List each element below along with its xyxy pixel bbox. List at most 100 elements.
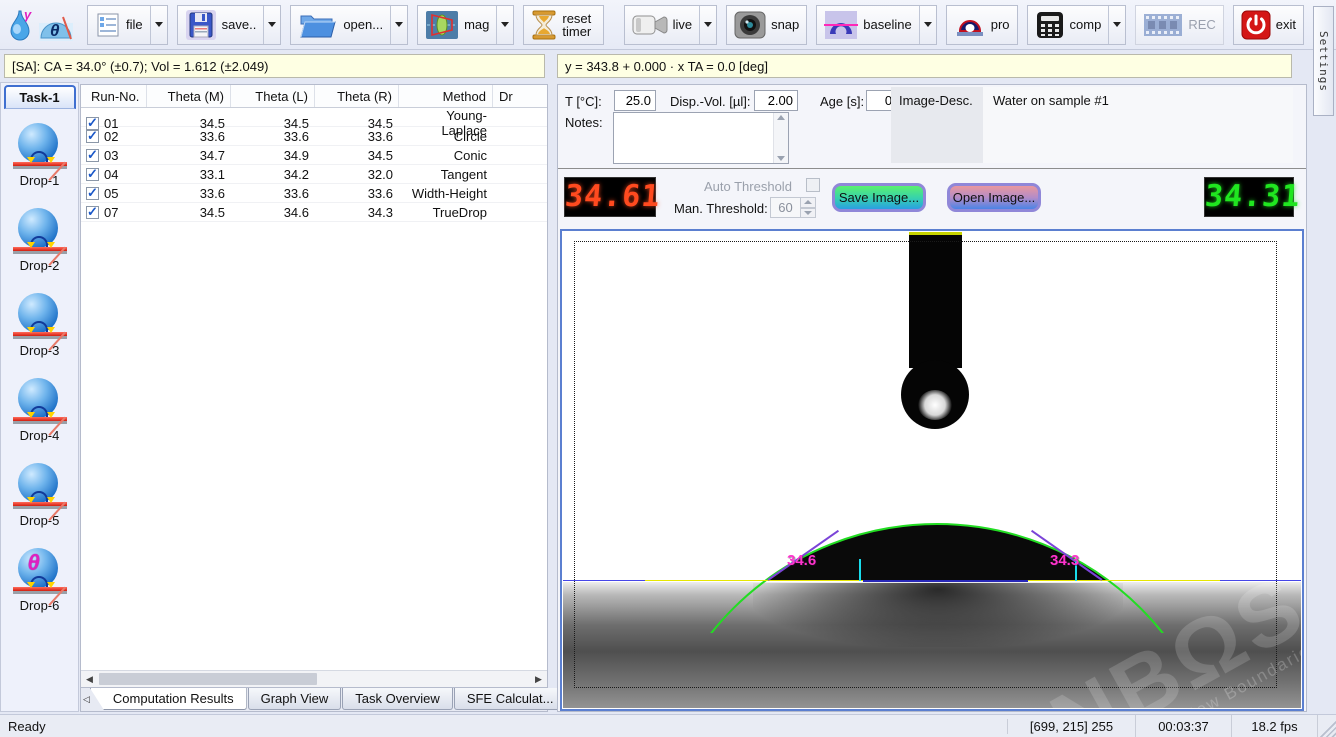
reset-timer-button[interactable]: reset timer bbox=[524, 6, 603, 44]
open-image-button[interactable]: Open Image... bbox=[947, 183, 1041, 212]
open-dropdown-arrow[interactable] bbox=[390, 6, 407, 44]
tab-task-1-label: Task-1 bbox=[19, 90, 59, 105]
method-value: Conic bbox=[399, 148, 493, 163]
drop-image-view[interactable]: 34.6 34.3 NBΩS Connecting New Boundaries bbox=[560, 229, 1304, 711]
drop-image-canvas: 34.6 34.3 NBΩS Connecting New Boundaries bbox=[563, 232, 1301, 708]
col-run-no[interactable]: Run-No. bbox=[81, 85, 147, 107]
manual-threshold-value[interactable]: 60 bbox=[770, 197, 801, 218]
settings-side-tab-label: Settings bbox=[1317, 31, 1330, 92]
resize-grip[interactable] bbox=[1318, 715, 1336, 737]
file-button[interactable]: file bbox=[88, 6, 150, 44]
scrollbar-thumb[interactable] bbox=[99, 673, 317, 685]
baseline-dropdown-arrow[interactable] bbox=[919, 6, 936, 44]
pro-button[interactable]: pro bbox=[947, 6, 1017, 44]
spinner-down-icon[interactable] bbox=[801, 208, 816, 219]
mag-button-group: mag bbox=[417, 5, 514, 45]
rec-button-group: REC bbox=[1135, 5, 1223, 45]
table-row[interactable]: 02 33.6 33.6 33.6 Circle bbox=[81, 127, 547, 146]
scroll-up-icon[interactable] bbox=[777, 115, 785, 120]
row-checkbox[interactable] bbox=[86, 168, 99, 181]
tab-sfe-calculation[interactable]: SFE Calculat... bbox=[454, 688, 567, 710]
tab-task-1[interactable]: Task-1 bbox=[4, 85, 76, 109]
mag-button[interactable]: mag bbox=[418, 6, 496, 44]
sidebar-item-drop-4[interactable]: Drop-4 bbox=[4, 364, 76, 449]
sidebar-item-drop-3[interactable]: Drop-3 bbox=[4, 279, 76, 364]
save-button[interactable]: save.. bbox=[178, 6, 264, 44]
left-angle-display: 34.61 bbox=[564, 177, 656, 217]
tab-computation-results[interactable]: Computation Results bbox=[90, 688, 247, 710]
hourglass-icon bbox=[531, 10, 557, 40]
file-dropdown-arrow[interactable] bbox=[150, 6, 167, 44]
theta-m-value: 33.1 bbox=[147, 167, 231, 182]
table-row[interactable]: 01 34.5 34.5 34.5 Young-Laplace bbox=[81, 108, 547, 127]
notes-scrollbar[interactable] bbox=[773, 113, 788, 163]
row-checkbox[interactable] bbox=[86, 187, 99, 200]
table-row[interactable]: 05 33.6 33.6 33.6 Width-Height bbox=[81, 184, 547, 203]
image-desc-value[interactable]: Water on sample #1 bbox=[983, 87, 1293, 163]
rec-button[interactable]: REC bbox=[1136, 6, 1222, 44]
baseline-button[interactable]: baseline bbox=[817, 6, 918, 44]
comp-button[interactable]: comp bbox=[1028, 6, 1109, 44]
live-button[interactable]: live bbox=[625, 6, 700, 44]
sidebar-item-drop-5[interactable]: Drop-5 bbox=[4, 449, 76, 534]
tab-scroll-left-icon[interactable]: ◁ bbox=[83, 688, 90, 710]
right-angle-display: 34.31 bbox=[1204, 177, 1294, 217]
col-theta-l[interactable]: Theta (L) bbox=[231, 85, 315, 107]
file-icon bbox=[95, 12, 121, 38]
scroll-left-icon[interactable]: ◀ bbox=[81, 671, 98, 687]
sidebar-item-drop-6[interactable]: θ Drop-6 bbox=[4, 534, 76, 619]
tab-graph-view[interactable]: Graph View bbox=[248, 688, 342, 710]
method-value: Circle bbox=[399, 129, 493, 144]
reset-timer-button-group: reset timer bbox=[523, 5, 604, 45]
manual-threshold-spinner: 60 bbox=[770, 197, 816, 218]
spinner-up-icon[interactable] bbox=[801, 197, 816, 208]
table-row[interactable]: 07 34.5 34.6 34.3 TrueDrop bbox=[81, 203, 547, 222]
live-dropdown-arrow[interactable] bbox=[699, 6, 716, 44]
tab-task-overview[interactable]: Task Overview bbox=[342, 688, 453, 710]
dispense-volume-label: Disp.-Vol. [µl]: bbox=[670, 94, 750, 109]
svg-text:γ: γ bbox=[24, 7, 32, 22]
table-row[interactable]: 03 34.7 34.9 34.5 Conic bbox=[81, 146, 547, 165]
save-image-button[interactable]: Save Image... bbox=[832, 183, 926, 212]
open-button-group: open... bbox=[290, 5, 408, 45]
mag-dropdown-arrow[interactable] bbox=[496, 6, 513, 44]
exit-button[interactable]: exit bbox=[1234, 6, 1303, 44]
theta-r-value: 34.3 bbox=[315, 205, 399, 220]
row-checkbox[interactable] bbox=[86, 130, 99, 143]
dispense-volume-field[interactable] bbox=[754, 90, 798, 111]
save-dropdown-arrow[interactable] bbox=[263, 6, 280, 44]
status-bar: Ready [699, 215] 255 00:03:37 18.2 fps bbox=[0, 714, 1336, 737]
notes-label: Notes: bbox=[565, 115, 603, 130]
snap-button[interactable]: snap bbox=[727, 6, 806, 44]
col-theta-m[interactable]: Theta (M) bbox=[147, 85, 231, 107]
temperature-field[interactable] bbox=[614, 90, 656, 111]
row-checkbox[interactable] bbox=[86, 149, 99, 162]
image-desc-label: Image-Desc. bbox=[891, 87, 983, 163]
settings-side-tab[interactable]: Settings bbox=[1313, 6, 1334, 116]
theta-r-value: 33.6 bbox=[315, 186, 399, 201]
task-sidebar: Task-1 Drop-1 Drop-2 Drop-3 Drop-4 Drop-… bbox=[0, 82, 79, 712]
scroll-right-icon[interactable]: ▶ bbox=[530, 671, 547, 687]
table-horizontal-scrollbar[interactable]: ◀ ▶ bbox=[81, 670, 547, 687]
col-theta-r[interactable]: Theta (R) bbox=[315, 85, 399, 107]
reset-timer-button-label: reset timer bbox=[562, 12, 596, 38]
calculator-icon bbox=[1035, 10, 1065, 40]
method-value: TrueDrop bbox=[399, 205, 493, 220]
auto-threshold-checkbox[interactable] bbox=[806, 178, 820, 192]
notes-field[interactable] bbox=[613, 112, 789, 164]
svg-text:θ: θ bbox=[50, 21, 60, 40]
table-header-row: Run-No. Theta (M) Theta (L) Theta (R) Me… bbox=[81, 85, 547, 108]
sidebar-item-drop-1[interactable]: Drop-1 bbox=[4, 109, 76, 194]
open-button[interactable]: open... bbox=[291, 6, 390, 44]
roi-rectangle[interactable] bbox=[574, 241, 1277, 688]
col-dr[interactable]: Dr bbox=[493, 85, 547, 107]
comp-dropdown-arrow[interactable] bbox=[1108, 6, 1125, 44]
caret-down-icon bbox=[924, 22, 932, 27]
sidebar-item-drop-2[interactable]: Drop-2 bbox=[4, 194, 76, 279]
table-row[interactable]: 04 33.1 34.2 32.0 Tangent bbox=[81, 165, 547, 184]
row-checkbox[interactable] bbox=[86, 206, 99, 219]
run-no: 07 bbox=[104, 205, 118, 220]
scroll-down-icon[interactable] bbox=[777, 156, 785, 161]
col-method[interactable]: Method bbox=[399, 85, 493, 107]
main-toolbar: γ θ file save.. bbox=[0, 0, 1336, 50]
